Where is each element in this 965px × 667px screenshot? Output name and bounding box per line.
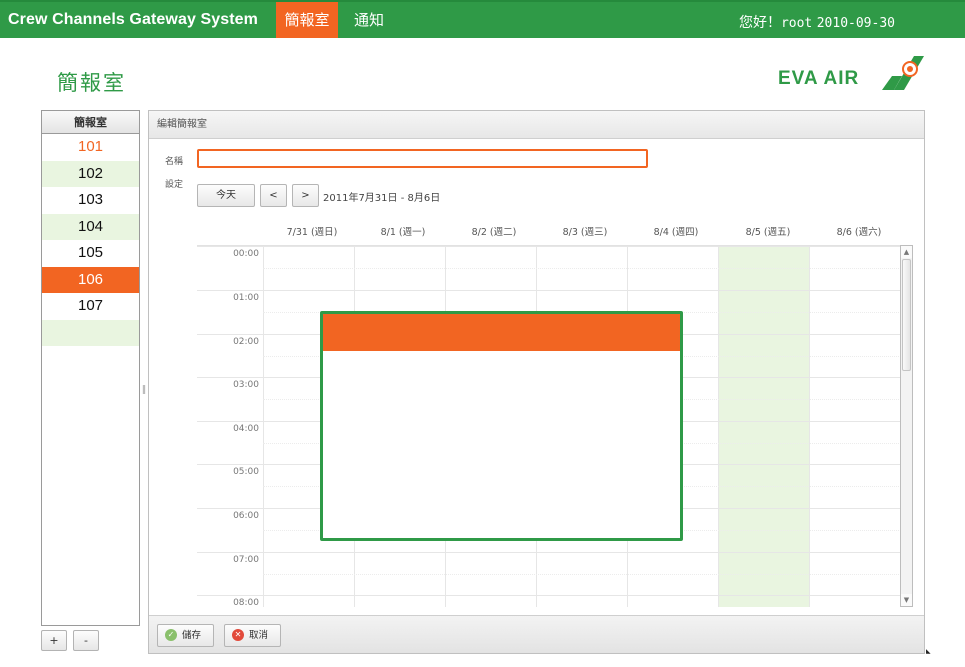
day-header: 8/2 (週二) (471, 227, 517, 238)
today-button[interactable]: 今天 (197, 184, 255, 207)
check-circle-icon: ✓ (165, 629, 177, 641)
hour-label: 00:00 (233, 249, 259, 259)
resize-grip-icon: ◣ (926, 648, 931, 655)
hour-line (197, 595, 901, 596)
hour-label: 07:00 (233, 555, 259, 565)
greeting-text: 您好！ (738, 15, 781, 31)
settings-label: 設定 (165, 180, 184, 190)
room-list-panel: 簡報室 101 102 103 104 105 106 107 (41, 110, 140, 626)
hour-line (197, 552, 901, 553)
room-item[interactable]: 107 (42, 293, 139, 320)
day-header: 7/31 (週日) (286, 227, 338, 238)
panel-splitter-handle[interactable]: ‖ (141, 383, 147, 397)
hour-label: 05:00 (233, 467, 259, 477)
calendar-scrollbar[interactable]: ▲ ▼ (900, 245, 913, 607)
week-date-range: 2011年7月31日 - 8月6日 (323, 193, 441, 204)
next-week-button[interactable]: > (292, 184, 319, 207)
room-item[interactable]: 102 (42, 160, 139, 187)
logo-text: EVA AIR (778, 68, 860, 89)
day-header: 8/1 (週一) (380, 227, 426, 238)
cancel-button[interactable]: ✕ 取消 (224, 624, 281, 647)
room-item[interactable]: 104 (42, 213, 139, 240)
half-hour-line (263, 574, 901, 575)
day-header: 8/3 (週三) (562, 227, 608, 238)
room-list-header: 簡報室 (42, 111, 139, 134)
app-title: Crew Channels Gateway System (8, 11, 259, 28)
event-dialog-header[interactable] (323, 314, 680, 351)
eva-air-logo: EVA AIR (778, 56, 924, 92)
day-header: 8/5 (週五) (745, 227, 791, 238)
top-bar: Crew Channels Gateway System 簡報室 通知 您好！r… (0, 0, 965, 38)
hour-label: 02:00 (233, 337, 259, 347)
prev-week-button[interactable]: < (260, 184, 287, 207)
hour-line (197, 290, 901, 291)
edit-panel-header: 編輯簡報室 (149, 111, 924, 139)
hour-label: 08:00 (233, 598, 259, 607)
room-empty-row (42, 319, 139, 346)
add-room-button[interactable]: + (41, 630, 67, 651)
cancel-label: 取消 (249, 630, 269, 641)
remove-room-button[interactable]: - (73, 630, 99, 651)
scroll-down-arrow-icon[interactable]: ▼ (901, 594, 912, 606)
hour-label: 01:00 (233, 293, 259, 303)
half-hour-line (263, 268, 901, 269)
user-greeting: 您好！root 2010-09-30 (739, 12, 895, 32)
hour-label: 04:00 (233, 424, 259, 434)
x-circle-icon: ✕ (232, 629, 244, 641)
day-header: 8/6 (週六) (836, 227, 882, 238)
room-item-selected[interactable]: 106 (42, 266, 139, 293)
user-name: root (780, 16, 813, 31)
page-title: 簡報室 (57, 71, 126, 95)
nav-tab-notice[interactable]: 通知 (346, 2, 392, 38)
logo-emblem-icon (882, 56, 924, 90)
event-dialog[interactable] (320, 311, 683, 541)
save-label: 儲存 (182, 630, 202, 641)
edit-panel-footer: ✓ 儲存 ✕ 取消 (149, 615, 924, 653)
hour-line (197, 246, 901, 247)
current-date: 2010-09-30 (816, 16, 895, 31)
name-label: 名稱 (165, 157, 184, 167)
scrollbar-thumb[interactable] (902, 259, 911, 371)
nav-tab-briefing-room[interactable]: 簡報室 (276, 2, 338, 38)
room-item[interactable]: 105 (42, 240, 139, 267)
hour-label: 03:00 (233, 380, 259, 390)
save-button[interactable]: ✓ 儲存 (157, 624, 214, 647)
hour-label: 06:00 (233, 511, 259, 521)
day-header: 8/4 (週四) (653, 227, 699, 238)
room-item[interactable]: 103 (42, 187, 139, 214)
room-name-input[interactable] (197, 149, 648, 168)
room-item[interactable]: 101 (42, 134, 139, 161)
scroll-up-arrow-icon[interactable]: ▲ (901, 246, 912, 258)
